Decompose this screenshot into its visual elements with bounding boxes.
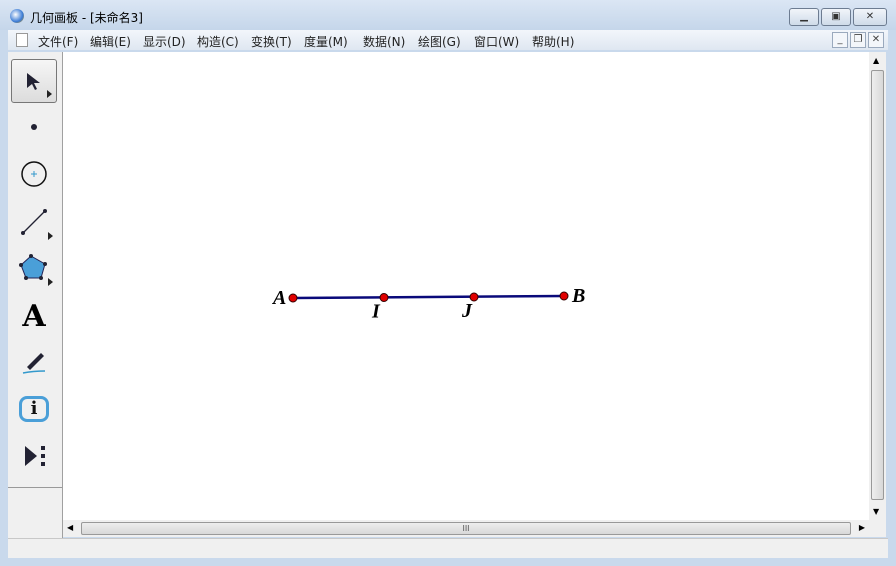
point-label-J[interactable]: J — [461, 300, 473, 322]
doc-restore-button[interactable]: ❐ — [850, 32, 866, 48]
point-I[interactable] — [379, 293, 389, 302]
scroll-down-icon[interactable]: ▼ — [873, 507, 879, 516]
menu-window[interactable]: 窗口(W) — [474, 33, 519, 50]
scroll-left-icon[interactable]: ◀ — [67, 523, 73, 532]
scroll-right-icon[interactable]: ▶ — [859, 523, 865, 532]
text-tool-icon[interactable]: A — [11, 294, 57, 338]
menu-graph[interactable]: 绘图(G) — [418, 33, 461, 50]
custom-tool-icon[interactable] — [11, 434, 57, 478]
status-bar — [8, 538, 888, 558]
point-label-I[interactable]: I — [371, 301, 381, 323]
sketch-canvas[interactable]: AIJB — [63, 52, 869, 520]
menu-number[interactable]: 数据(N) — [363, 33, 405, 50]
app-icon — [10, 9, 24, 23]
information-tool-icon[interactable]: i — [11, 387, 57, 431]
scroll-up-icon[interactable]: ▲ — [873, 56, 879, 65]
straightedge-tool-icon[interactable] — [11, 200, 57, 244]
menu-file[interactable]: 文件(F) — [38, 33, 78, 50]
menu-measure[interactable]: 度量(M) — [304, 33, 348, 50]
arrow-select-icon[interactable] — [11, 59, 57, 103]
vertical-scroll-thumb[interactable] — [871, 70, 884, 500]
close-button[interactable]: ✕ — [853, 8, 887, 26]
point-A[interactable] — [288, 293, 298, 303]
maximize-button[interactable]: ▣ — [821, 8, 851, 26]
point-tool-icon[interactable] — [11, 105, 57, 149]
menu-help[interactable]: 帮助(H) — [532, 33, 574, 50]
point-label-B[interactable]: B — [571, 285, 585, 307]
menu-bar: 文件(F) 编辑(E) 显示(D) 构造(C) 变换(T) 度量(M) 数据(N… — [8, 30, 888, 50]
menu-construct[interactable]: 构造(C) — [197, 33, 239, 50]
menu-display[interactable]: 显示(D) — [143, 33, 186, 50]
document-icon — [16, 33, 28, 47]
compass-tool-icon[interactable] — [11, 152, 57, 196]
menu-edit[interactable]: 编辑(E) — [90, 33, 131, 50]
title-bar: 几何画板 - [未命名3] ▁ ▣ ✕ — [0, 0, 896, 30]
polygon-tool-icon[interactable] — [11, 246, 57, 290]
point-label-A[interactable]: A — [271, 287, 286, 309]
minimize-button[interactable]: ▁ — [789, 8, 819, 26]
menu-transform[interactable]: 变换(T) — [251, 33, 292, 50]
toolbox: A i — [8, 52, 63, 538]
window-title: 几何画板 - [未命名3] — [30, 11, 143, 25]
vertical-scrollbar[interactable]: ▲ ▼ — [869, 52, 886, 520]
marker-tool-icon[interactable] — [11, 340, 57, 384]
doc-close-button[interactable]: ✕ — [868, 32, 884, 48]
segment-AB[interactable] — [292, 294, 565, 300]
toolbox-divider — [8, 487, 62, 488]
doc-minimize-button[interactable]: _ — [832, 32, 848, 48]
scroll-corner — [869, 520, 886, 537]
horizontal-scroll-thumb[interactable]: III — [81, 522, 851, 535]
point-B[interactable] — [559, 291, 569, 301]
horizontal-scrollbar[interactable]: ◀ III ▶ — [63, 520, 869, 537]
